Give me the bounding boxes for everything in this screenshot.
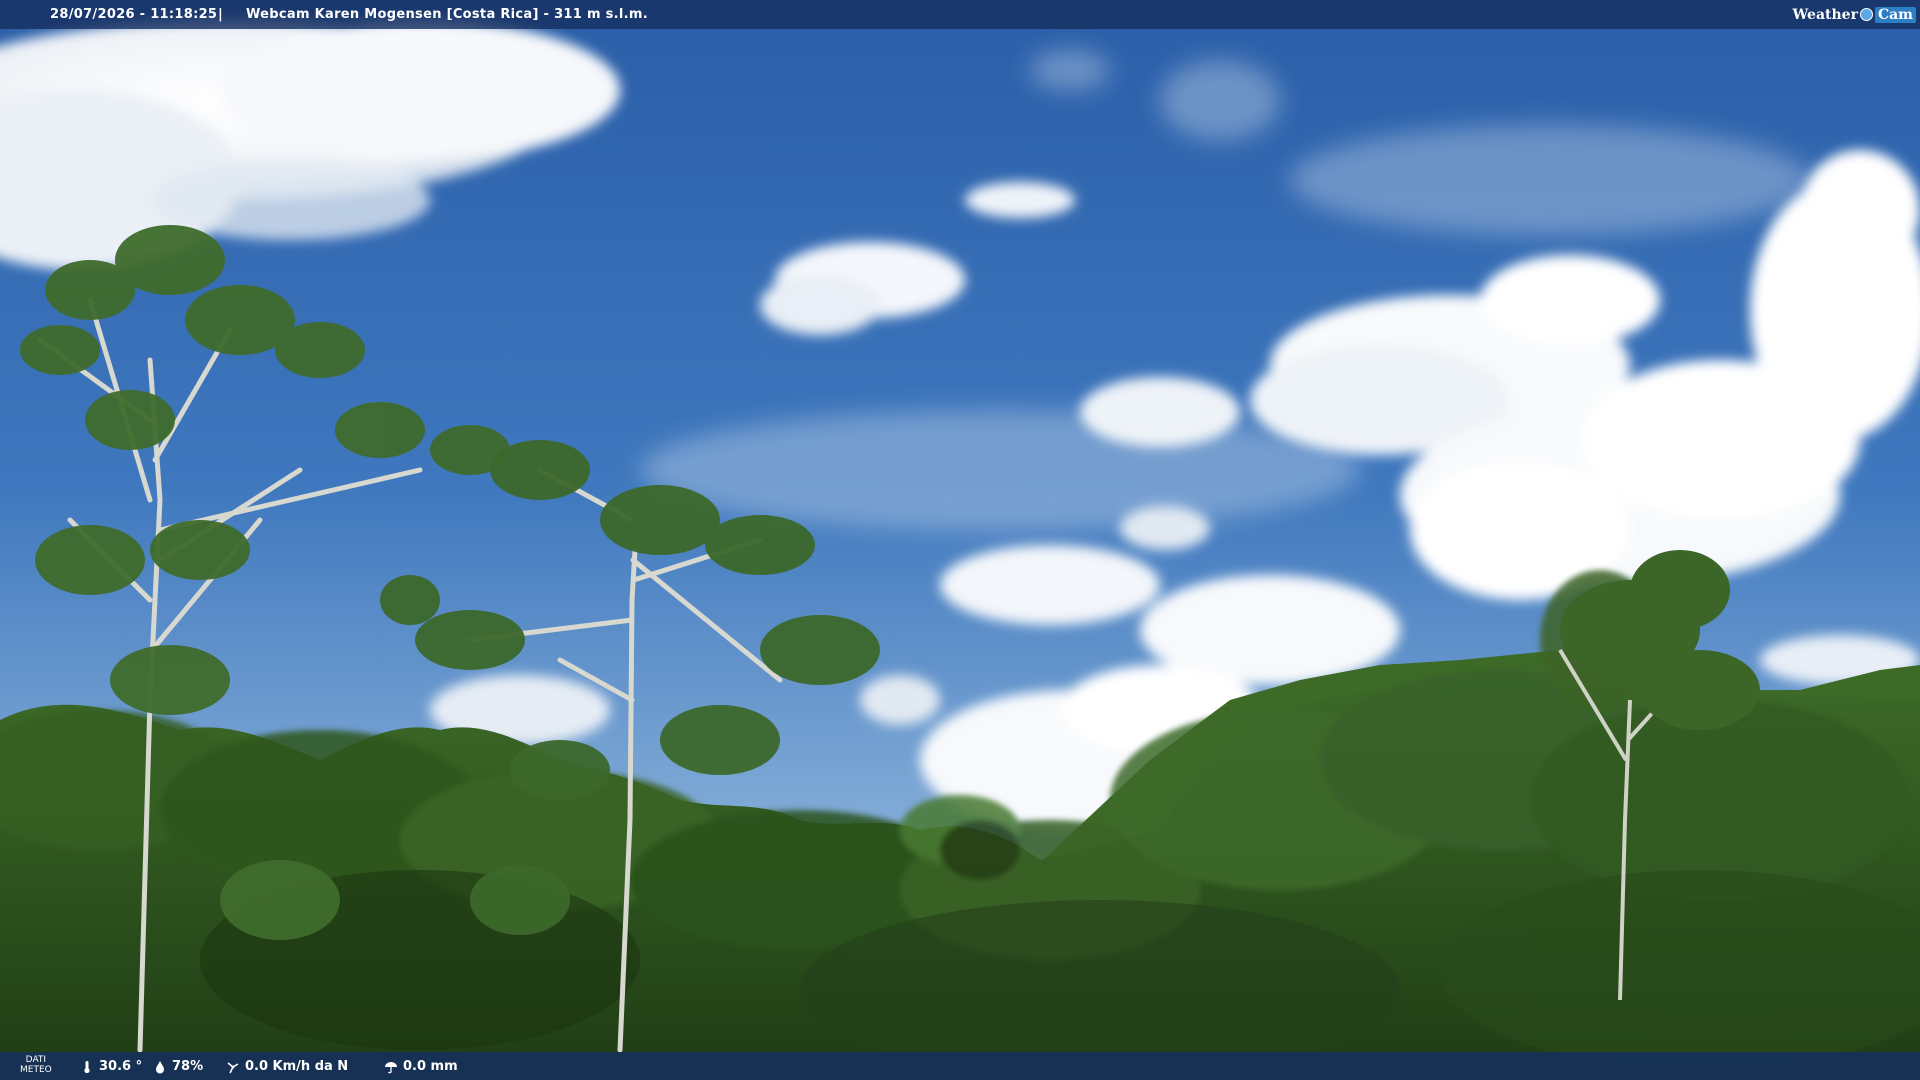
drop-icon [156,1060,164,1073]
meteo-bar: DATI METEO 30.6 ° 78% 0.0 Km/h da N 0.0 … [0,1052,1920,1080]
wind-icon [227,1061,239,1073]
webcam-title: Webcam Karen Mogensen [Costa Rica] - 311… [246,7,648,22]
rain-icon [385,1061,397,1073]
meteo-label-line1: DATI [25,1055,47,1065]
rain-value: 0.0 mm [403,1059,458,1074]
meteo-label-line2: METEO [20,1065,52,1075]
webcam-frame: 28/07/2026 - 11:18:25 | Webcam Karen Mog… [0,0,1920,1080]
logo-text-cam: Cam [1874,6,1916,23]
title-separator: | [218,7,223,22]
wind-value: 0.0 Km/h da N [245,1059,349,1074]
top-info-bar: 28/07/2026 - 11:18:25 | Webcam Karen Mog… [0,0,1920,29]
logo-dot-icon [1859,8,1873,21]
capture-datetime: 28/07/2026 - 11:18:25 [50,7,218,22]
temperature-value: 30.6 ° [99,1059,143,1074]
humidity-reading: 78% [153,1059,203,1074]
meteo-label: DATI METEO [20,1055,52,1075]
weathercam-logo: Weather Cam [1792,4,1916,25]
humidity-value: 78% [172,1059,204,1074]
wind-reading: 0.0 Km/h da N [226,1059,348,1074]
thermometer-icon [84,1060,90,1073]
webcam-image [0,0,1920,1080]
temperature-reading: 30.6 ° [80,1059,142,1074]
logo-text-weather: Weather [1792,6,1858,23]
rain-reading: 0.0 mm [384,1059,458,1074]
